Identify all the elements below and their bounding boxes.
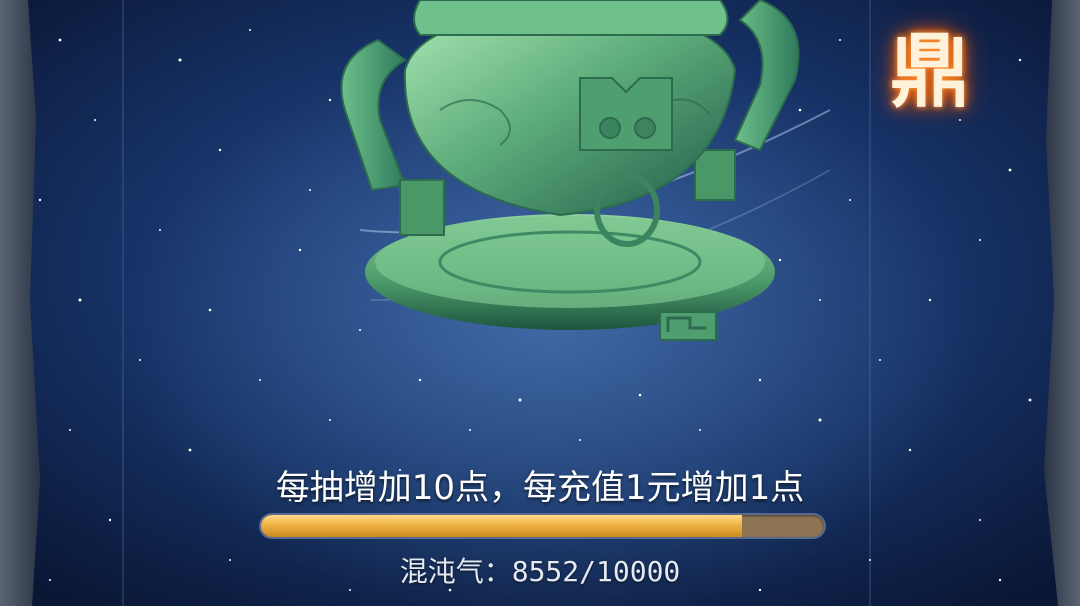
title-glyph: 鼎 [890,24,970,118]
chaos-energy-progress-bar [261,515,824,537]
chaos-energy-label: 混沌气： [399,555,512,588]
chaos-energy-value: 8552/10000 [511,555,681,588]
chaos-energy-readout: 混沌气：8552/10000 [0,552,1080,592]
chaos-energy-progress-fill [261,515,743,537]
progress-hint-text: 每抽增加10点，每充值1元增加1点 [275,468,805,508]
